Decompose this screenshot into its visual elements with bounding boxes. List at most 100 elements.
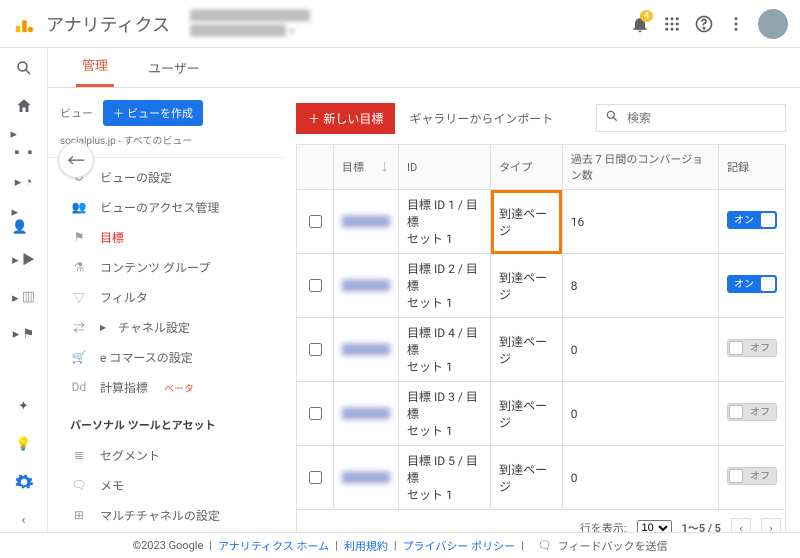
- nav-item-label: コンテンツ グループ: [100, 259, 210, 276]
- nav-item-icon: 🗨: [70, 478, 88, 492]
- footer-feedback-link[interactable]: フィードバックを送信: [558, 538, 668, 554]
- row-checkbox[interactable]: [309, 471, 322, 484]
- more-vert-icon[interactable]: [720, 8, 752, 40]
- goal-id-cell: 目標 ID 4 / 目標セット 1: [399, 318, 491, 382]
- nav-item-label: マルチチャネルの設定: [100, 507, 220, 524]
- pager-next-button[interactable]: ›: [761, 518, 781, 532]
- goal-name-blurred[interactable]: ████: [342, 471, 390, 485]
- page-range: 1～5 / 5: [682, 520, 721, 532]
- table-pager: 行を表示: 10 1～5 / 5 ‹ ›: [296, 510, 786, 532]
- admin-nav-item[interactable]: ⚑目標: [70, 222, 286, 252]
- pager-prev-button[interactable]: ‹: [731, 518, 751, 532]
- admin-nav-item[interactable]: 👥ビューのアクセス管理: [70, 192, 286, 222]
- admin-nav-item[interactable]: ⇄▸チャネル設定: [70, 312, 286, 342]
- admin-gear-icon[interactable]: [12, 470, 36, 494]
- admin-nav-item[interactable]: Dd計算指標ベータ: [70, 372, 286, 402]
- help-icon[interactable]: [688, 8, 720, 40]
- row-checkbox[interactable]: [309, 343, 322, 356]
- rows-per-page-label: 行を表示:: [580, 520, 627, 532]
- app-title: アナリティクス: [46, 11, 170, 37]
- nav-item-label: チャネル設定: [118, 319, 190, 336]
- goals-panel: ＋ 新しい目標 ギャラリーからインポート 目標 ↓ ID: [286, 88, 800, 532]
- goal-conversions-cell: 8: [562, 254, 718, 318]
- acquisition-icon[interactable]: ▸ ▶: [12, 246, 36, 270]
- goal-name-blurred[interactable]: ████: [342, 215, 390, 229]
- admin-nav-item[interactable]: ≣ セグメント: [70, 440, 286, 470]
- admin-nav-item[interactable]: ⚙ビューの設定: [70, 162, 286, 192]
- nav-item-label: 目標: [100, 229, 124, 246]
- table-row: ████目標 ID 1 / 目標セット 1到達ページ16オン: [297, 190, 786, 254]
- admin-nav-item[interactable]: ⚗ コンテンツ グループ: [70, 252, 286, 282]
- nav-item-label: セグメント: [100, 447, 160, 464]
- footer-link-terms[interactable]: 利用規約: [344, 538, 388, 554]
- apps-grid-icon[interactable]: [656, 8, 688, 40]
- goal-type-cell: 到達ページ: [491, 190, 563, 254]
- row-checkbox[interactable]: [309, 215, 322, 228]
- new-goal-button[interactable]: ＋ 新しい目標: [296, 103, 395, 134]
- admin-nav-item[interactable]: ⊞マルチチャネルの設定: [70, 500, 286, 530]
- collapse-rail-icon[interactable]: ‹: [12, 508, 36, 532]
- nav-item-label: フィルタ: [100, 289, 148, 306]
- behavior-icon[interactable]: ▸ ▥: [12, 284, 36, 308]
- discover-icon[interactable]: 💡: [12, 432, 36, 456]
- recording-toggle[interactable]: オン: [727, 211, 777, 229]
- back-button[interactable]: ←: [58, 142, 94, 178]
- rows-per-page-select[interactable]: 10: [637, 520, 672, 532]
- notifications-icon[interactable]: 4: [624, 8, 656, 40]
- admin-nav-item[interactable]: 🗨メモ: [70, 470, 286, 500]
- col-checkbox: [297, 145, 334, 190]
- account-avatar[interactable]: [758, 9, 788, 39]
- home-icon[interactable]: [12, 94, 36, 118]
- tab-user[interactable]: ユーザー: [142, 48, 206, 87]
- realtime-icon[interactable]: ▸ ◔: [12, 170, 36, 194]
- goal-search-input[interactable]: [625, 110, 777, 126]
- goal-type-cell: 到達ページ: [491, 382, 563, 446]
- goal-conversions-cell: 16: [562, 190, 718, 254]
- goal-conversions-cell: 0: [562, 446, 718, 510]
- create-view-button[interactable]: ＋ ビューを作成: [103, 100, 203, 126]
- footer-link-privacy[interactable]: プライバシー ポリシー: [403, 538, 516, 554]
- nav-item-icon: ⚗: [70, 260, 88, 274]
- tab-admin[interactable]: 管理: [76, 45, 114, 87]
- customization-icon[interactable]: ▸ ▪▪: [12, 132, 36, 156]
- goal-name-blurred[interactable]: ████: [342, 407, 390, 421]
- col-goal-name[interactable]: 目標 ↓: [334, 145, 399, 190]
- goal-search[interactable]: [596, 104, 786, 132]
- admin-subtabs: 管理 ユーザー: [48, 48, 800, 88]
- col-goal-type[interactable]: タイプ: [491, 145, 563, 190]
- nav-item-label: e コマースの設定: [100, 349, 193, 366]
- beta-tag: ベータ: [164, 380, 194, 395]
- recording-toggle[interactable]: オン: [727, 275, 777, 293]
- recording-toggle[interactable]: オフ: [727, 403, 777, 421]
- account-property-blurred: ██████████████████ ▾: [190, 9, 310, 38]
- left-rail-nav: ▸ ▪▪ ▸ ◔ ▸ 👤 ▸ ▶ ▸ ▥ ▸ ⚑ ✦ 💡 ‹: [0, 48, 48, 532]
- col-conversions[interactable]: 過去 7 日間のコンバージョン数: [562, 145, 718, 190]
- conversions-icon[interactable]: ▸ ⚑: [12, 322, 36, 346]
- attribution-icon[interactable]: ✦: [12, 394, 36, 418]
- audience-icon[interactable]: ▸ 👤: [12, 208, 36, 232]
- nav-item-label: ビューの設定: [100, 169, 172, 186]
- col-recording[interactable]: 記録: [718, 145, 785, 190]
- nav-item-icon: Dd: [70, 380, 88, 394]
- goal-conversions-cell: 0: [562, 318, 718, 382]
- admin-nav-item[interactable]: 🛒e コマースの設定: [70, 342, 286, 372]
- col-goal-id[interactable]: ID: [399, 145, 491, 190]
- admin-nav-item[interactable]: ▽ フィルタ: [70, 282, 286, 312]
- row-checkbox[interactable]: [309, 279, 322, 292]
- recording-toggle[interactable]: オフ: [727, 339, 777, 357]
- footer-link-home[interactable]: アナリティクス ホーム: [218, 538, 329, 554]
- top-app-bar: アナリティクス ██████████████████ ▾ 4: [0, 0, 800, 48]
- nav-item-icon: ▽: [70, 289, 88, 306]
- table-row: ████目標 ID 5 / 目標セット 1到達ページ0オフ: [297, 446, 786, 510]
- goal-name-blurred[interactable]: ████: [342, 279, 390, 293]
- import-from-gallery-link[interactable]: ギャラリーからインポート: [409, 110, 553, 127]
- search-icon[interactable]: [12, 56, 36, 80]
- page-footer: ©2023 Google | アナリティクス ホーム | 利用規約 | プライバ…: [0, 532, 800, 558]
- goal-type-cell: 到達ページ: [491, 254, 563, 318]
- nav-item-icon: ≣: [70, 448, 88, 462]
- row-checkbox[interactable]: [309, 407, 322, 420]
- goals-table: 目標 ↓ ID タイプ 過去 7 日間のコンバージョン数 記録 ████ 目標 I…: [296, 144, 786, 510]
- recording-toggle[interactable]: オフ: [727, 467, 777, 485]
- goal-type-cell: 到達ページ: [491, 446, 563, 510]
- goal-name-blurred[interactable]: ████: [342, 343, 390, 357]
